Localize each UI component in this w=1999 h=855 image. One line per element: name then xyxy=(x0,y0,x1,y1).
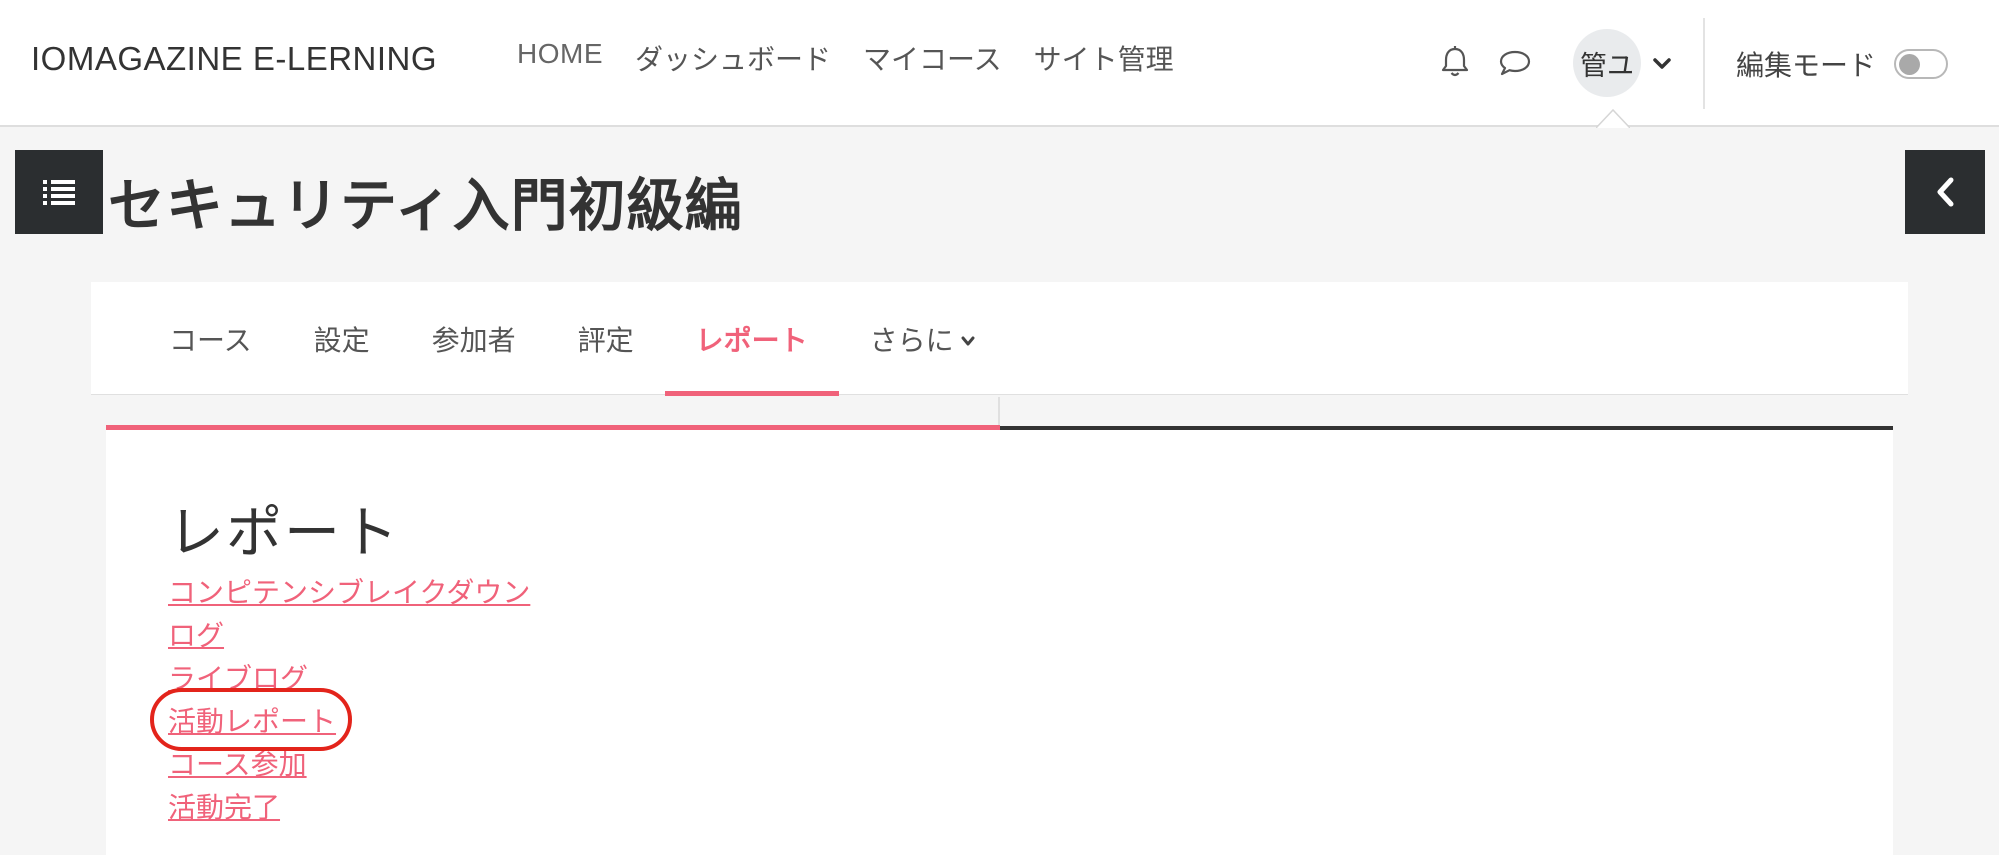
nav-link-home[interactable]: HOME xyxy=(517,38,603,78)
chevron-down-icon xyxy=(961,336,975,345)
chevron-down-icon[interactable] xyxy=(1651,52,1673,74)
course-secondary-navigation: コース 設定 参加者 評定 レポート さらに xyxy=(91,282,1908,396)
toggle-knob xyxy=(1899,54,1921,75)
edit-mode-control[interactable]: 編集モード xyxy=(1736,44,1949,84)
list-item: 活動レポート xyxy=(168,700,530,743)
list-icon xyxy=(43,180,75,205)
bell-icon[interactable] xyxy=(1437,44,1473,80)
user-menu[interactable]: 管ユ xyxy=(1573,29,1673,97)
navbar-divider xyxy=(1703,18,1705,109)
primary-navigation: HOME ダッシュボード マイコース サイト管理 xyxy=(517,38,1174,78)
nav-link-site-admin[interactable]: サイト管理 xyxy=(1034,38,1174,78)
list-item: ライブログ xyxy=(168,657,530,700)
tab-reports[interactable]: レポート xyxy=(664,282,839,396)
site-brand[interactable]: IOMAGAZINE E-LERNING xyxy=(31,40,437,78)
tab-course[interactable]: コース xyxy=(169,282,283,395)
list-item: コース参加 xyxy=(168,743,530,786)
tab-participants[interactable]: 参加者 xyxy=(401,282,547,395)
tab-settings[interactable]: 設定 xyxy=(283,282,401,395)
course-index-drawer-button[interactable] xyxy=(15,150,103,234)
block-drawer-button[interactable] xyxy=(1905,150,1985,234)
main-content: レポート コンピテンシブレイクダウン ログ ライブログ 活動レポート コース参加… xyxy=(106,430,1893,855)
nav-link-my-courses[interactable]: マイコース xyxy=(863,38,1002,78)
list-item: ログ xyxy=(168,614,530,657)
secondary-tabs: コース 設定 参加者 評定 レポート さらに xyxy=(169,282,1007,396)
avatar[interactable]: 管ユ xyxy=(1573,29,1641,97)
link-logs[interactable]: ログ xyxy=(168,619,224,652)
edit-mode-toggle[interactable] xyxy=(1894,49,1949,79)
page-title: セキュリティ入門初級編 xyxy=(108,173,743,239)
tab-more-label: さらに xyxy=(869,323,954,357)
reports-heading: レポート xyxy=(168,501,400,566)
top-navbar: IOMAGAZINE E-LERNING HOME ダッシュボード マイコース … xyxy=(0,0,1999,128)
report-link-list: コンピテンシブレイクダウン ログ ライブログ 活動レポート コース参加 活動完了 xyxy=(168,571,530,829)
dropdown-caret-icon xyxy=(1596,108,1630,128)
tab-grades[interactable]: 評定 xyxy=(547,282,665,395)
chevron-left-icon xyxy=(1937,177,1954,207)
divider-notch xyxy=(998,397,1000,425)
list-item: 活動完了 xyxy=(168,786,530,829)
chat-bubble-icon[interactable] xyxy=(1497,44,1533,80)
link-activity-report[interactable]: 活動レポート xyxy=(168,705,336,738)
link-competency-breakdown[interactable]: コンピテンシブレイクダウン xyxy=(168,576,530,609)
nav-link-dashboard[interactable]: ダッシュボード xyxy=(635,38,831,78)
link-live-logs[interactable]: ライブログ xyxy=(168,662,308,695)
tab-more[interactable]: さらに xyxy=(839,282,1007,395)
list-item: コンピテンシブレイクダウン xyxy=(168,571,530,614)
link-course-participation[interactable]: コース参加 xyxy=(168,748,307,781)
link-activity-completion[interactable]: 活動完了 xyxy=(168,791,280,824)
edit-mode-label: 編集モード xyxy=(1736,49,1877,82)
